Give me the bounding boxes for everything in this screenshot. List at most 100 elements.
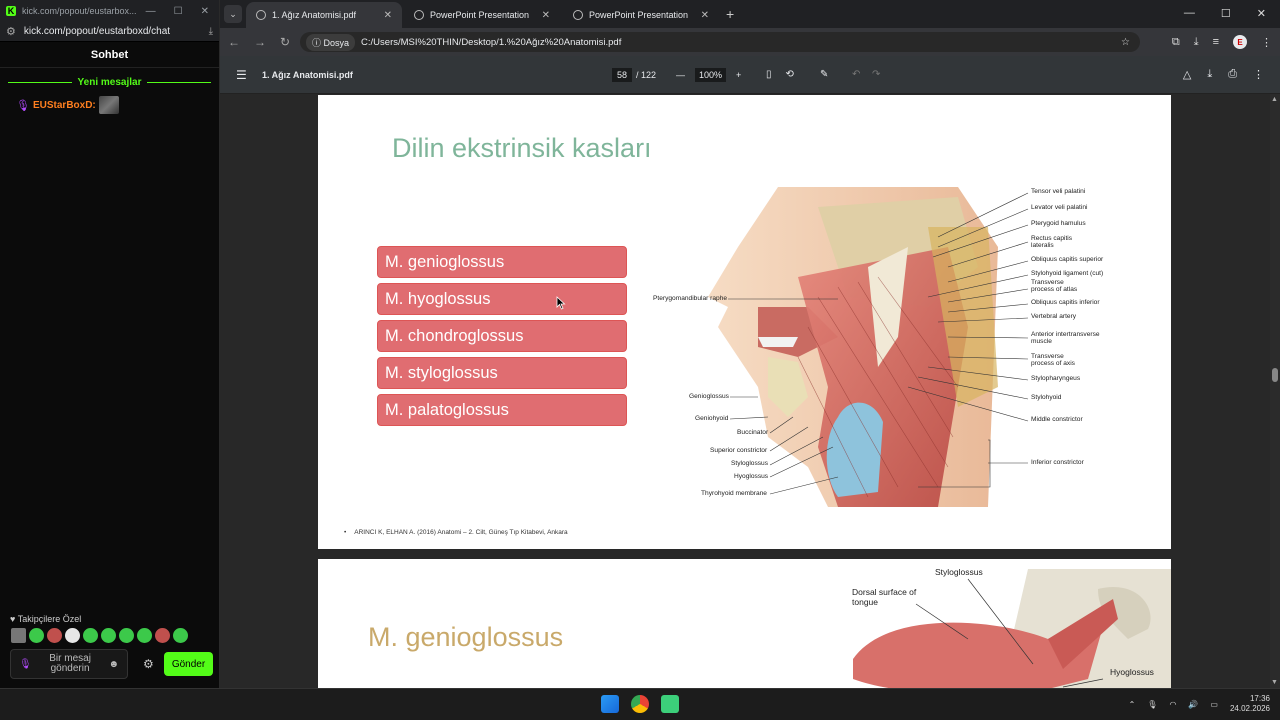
close-icon[interactable]: ✕ [201, 6, 209, 17]
close-tab-icon[interactable]: ✕ [384, 10, 392, 21]
tab-title: 1. Ağız Anatomisi.pdf [272, 10, 357, 20]
figure-label: Transverse process of axis [1031, 353, 1075, 367]
rotate-icon[interactable]: ⟲ [786, 69, 794, 80]
chrome-window: ⌄ 1. Ağız Anatomisi.pdf ✕ PowerPoint Pre… [220, 0, 1280, 688]
muscle-box: M. genioglossus [377, 246, 627, 278]
emote-icon[interactable] [29, 628, 44, 643]
battery-icon[interactable]: ▭ [1210, 700, 1218, 709]
pdf-sidebar-menu-icon[interactable]: ☰ [236, 68, 247, 82]
chat-input[interactable]: 🎙 Bir mesaj gönderin ☻ [10, 649, 128, 679]
emote-icon[interactable] [83, 628, 98, 643]
tab-pdf[interactable]: 1. Ağız Anatomisi.pdf ✕ [246, 2, 402, 28]
new-messages-label: Yeni mesajlar [77, 76, 142, 88]
tab-powerpoint-2[interactable]: PowerPoint Presentation ✕ [563, 2, 719, 28]
clock[interactable]: 17:36 24.02.2026 [1230, 694, 1270, 714]
reload-icon[interactable]: ↻ [280, 35, 290, 49]
undo-icon[interactable]: ↶ [852, 69, 860, 80]
globe-icon [414, 10, 424, 20]
annotate-icon[interactable]: ✎ [820, 69, 828, 80]
chat-username[interactable]: EUStarBoxD: [33, 100, 96, 111]
emote-icon[interactable] [47, 628, 62, 643]
emote-icon[interactable] [101, 628, 116, 643]
windows-start-icon[interactable] [601, 695, 619, 713]
emote-image [98, 96, 119, 114]
page-number-input[interactable]: 58 [612, 68, 632, 82]
close-tab-icon[interactable]: ✕ [701, 10, 709, 21]
muscle-box: M. hyoglossus [377, 283, 627, 315]
kick-url-bar[interactable]: ⚙ kick.com/popout/eustarboxd/chat ⤓ [0, 22, 219, 42]
figure-label: Middle constrictor [1031, 416, 1083, 423]
show-hidden-icons-icon[interactable]: ⌃ [1129, 700, 1136, 709]
file-info-chip[interactable]: ⓘ Dosya [306, 33, 356, 51]
figure-label: Obliquus capitis superior [1031, 256, 1104, 263]
download-icon[interactable]: ⤓ [209, 26, 213, 37]
send-button[interactable]: Gönder [164, 652, 213, 676]
emote-icon[interactable] [173, 628, 188, 643]
pdf-viewer[interactable]: Dilin ekstrinsik kasları M. genioglossus… [220, 94, 1280, 688]
kick-logo-icon: K [6, 6, 16, 16]
tab-title: PowerPoint Presentation [589, 10, 689, 20]
app-taskbar-icon[interactable] [661, 695, 679, 713]
back-icon[interactable]: ← [228, 35, 240, 49]
pdf-toolbar: ☰ 1. Ağız Anatomisi.pdf 58 / 122 — 100% … [220, 56, 1280, 94]
chrome-taskbar-icon[interactable] [631, 695, 649, 713]
new-tab-button[interactable]: + [726, 6, 734, 22]
tab-powerpoint-1[interactable]: PowerPoint Presentation ✕ [404, 2, 560, 28]
emote-icon[interactable] [137, 628, 152, 643]
scroll-down-icon[interactable]: ▼ [1271, 679, 1278, 686]
bookmark-star-icon[interactable]: ☆ [1121, 37, 1130, 48]
fit-page-icon[interactable]: ▯ [766, 69, 772, 80]
emote-icon[interactable] [119, 628, 134, 643]
muscle-box: M. chondroglossus [377, 320, 627, 352]
extensions-icon[interactable]: ⧉ [1172, 36, 1180, 49]
emote-icon[interactable] [65, 628, 80, 643]
forward-icon[interactable]: → [254, 35, 266, 49]
zoom-level-input[interactable]: 100% [695, 68, 727, 82]
subscriber-emotes-label: ♥ Takipçilere Özel [10, 614, 82, 624]
figure-label: Obliquus capitis inferior [1031, 299, 1100, 306]
volume-icon[interactable]: 🔊 [1188, 700, 1198, 709]
muscle-box: M. styloglossus [377, 357, 627, 389]
scroll-thumb[interactable] [1272, 368, 1278, 382]
microphone-tray-icon[interactable]: 🎙 [1147, 700, 1157, 709]
download-icon[interactable]: ⤓ [1207, 68, 1212, 81]
chat-settings-icon[interactable]: ⚙ [143, 657, 154, 671]
figure-label: Transverse process of atlas [1031, 279, 1078, 293]
reading-list-icon[interactable]: ≡ [1213, 36, 1219, 48]
scroll-up-icon[interactable]: ▲ [1271, 96, 1278, 103]
figure-label: Buccinator [737, 429, 769, 436]
emoji-icon[interactable]: ☻ [108, 659, 119, 670]
globe-icon [573, 10, 583, 20]
vertical-scrollbar[interactable]: ▲ ▼ [1270, 94, 1280, 688]
drive-icon[interactable]: △ [1183, 68, 1191, 81]
minimize-icon[interactable]: — [1184, 7, 1195, 20]
figure-label: Thyrohyoid membrane [701, 490, 767, 497]
chat-header: Sohbet [0, 42, 219, 68]
zoom-in-icon[interactable]: + [736, 70, 741, 80]
redo-icon[interactable]: ↷ [872, 69, 880, 80]
tab-search-icon[interactable]: ⌄ [224, 5, 242, 23]
minimize-icon[interactable]: — [146, 6, 156, 17]
chat-message: 🎙 EUStarBoxD: [16, 96, 119, 114]
muscle-box: M. palatoglossus [377, 394, 627, 426]
kick-chat-window: K kick.com/popout/eustarbox... — ☐ ✕ ⚙ k… [0, 0, 220, 688]
zoom-out-icon[interactable]: — [676, 70, 685, 80]
maximize-icon[interactable]: ☐ [1221, 7, 1231, 20]
maximize-icon[interactable]: ☐ [174, 6, 183, 17]
emote-icon[interactable] [155, 628, 170, 643]
site-settings-icon[interactable]: ⚙ [6, 25, 16, 38]
figure-label: Hyoglossus [1110, 667, 1154, 677]
emote-icon[interactable] [11, 628, 26, 643]
profile-avatar[interactable]: E [1233, 35, 1247, 49]
print-icon[interactable]: ⎙ [1228, 68, 1237, 81]
downloads-icon[interactable]: ⤓ [1194, 36, 1199, 49]
wifi-icon[interactable]: ◠ [1169, 700, 1176, 709]
figure-label: Superior constrictor [710, 447, 768, 454]
close-icon[interactable]: ✕ [1257, 7, 1266, 20]
figure-label: Dorsal surface of tongue [852, 587, 917, 607]
more-actions-icon[interactable]: ⋮ [1253, 68, 1264, 81]
close-tab-icon[interactable]: ✕ [542, 10, 550, 21]
emote-picker-row [11, 628, 188, 643]
address-bar[interactable]: ⓘ Dosya C:/Users/MSI%20THIN/Desktop/1.%2… [300, 32, 1140, 52]
chrome-menu-icon[interactable]: ⋮ [1261, 36, 1272, 49]
